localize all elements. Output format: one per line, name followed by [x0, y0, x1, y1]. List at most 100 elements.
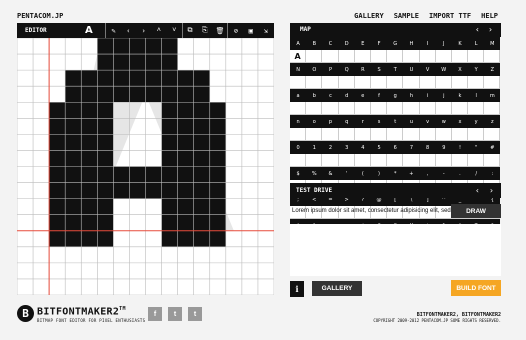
nav-help[interactable]: HELP [481, 12, 498, 20]
map-char-label[interactable]: S [370, 63, 388, 76]
map-char-label[interactable]: z [484, 115, 501, 128]
map-glyph-cell[interactable] [403, 154, 420, 167]
filled-pixel[interactable] [177, 134, 194, 151]
map-glyph-cell[interactable] [419, 76, 436, 89]
filled-pixel[interactable] [193, 182, 210, 199]
filled-pixel[interactable] [193, 214, 210, 231]
map-glyph-cell[interactable] [451, 76, 469, 89]
map-char-label[interactable]: y [468, 115, 485, 128]
filled-pixel[interactable] [81, 134, 98, 151]
map-next-icon[interactable]: › [488, 25, 493, 34]
map-glyph-cell[interactable] [370, 76, 388, 89]
filled-pixel[interactable] [129, 182, 146, 199]
map-char-label[interactable]: & [322, 167, 339, 180]
filled-pixel[interactable] [49, 182, 66, 199]
map-char-label[interactable]: ( [354, 167, 371, 180]
map-char-label[interactable]: * [387, 167, 404, 180]
map-char-label[interactable]: # [484, 141, 501, 154]
filled-pixel[interactable] [97, 198, 114, 215]
map-glyph-cell[interactable] [290, 76, 307, 89]
map-char-label[interactable]: N [290, 63, 307, 76]
filled-pixel[interactable] [113, 38, 130, 55]
map-char-label[interactable]: x [451, 115, 469, 128]
filled-pixel[interactable] [177, 198, 194, 215]
map-glyph-cell[interactable] [370, 102, 388, 115]
map-glyph-cell[interactable] [435, 154, 452, 167]
filled-pixel[interactable] [177, 230, 194, 247]
filled-pixel[interactable] [81, 166, 98, 183]
filled-pixel[interactable] [49, 166, 66, 183]
filled-pixel[interactable] [113, 54, 130, 71]
chevron-down-icon[interactable]: ˅ [166, 23, 182, 38]
twitter-icon[interactable]: t [168, 307, 182, 321]
map-char-label[interactable]: F [370, 37, 388, 50]
chevron-up-icon[interactable]: ˄ [151, 23, 167, 38]
filled-pixel[interactable] [193, 198, 210, 215]
filled-pixel[interactable] [49, 230, 66, 247]
filled-pixel[interactable] [193, 86, 210, 103]
map-glyph-cell[interactable] [354, 128, 371, 141]
nav-import-ttf[interactable]: IMPORT TTF [429, 12, 471, 20]
map-char-label[interactable]: 3 [338, 141, 355, 154]
map-char-label[interactable]: p [322, 115, 339, 128]
filled-pixel[interactable] [177, 118, 194, 135]
filled-pixel[interactable] [177, 102, 194, 119]
filled-pixel[interactable] [193, 70, 210, 87]
info-button[interactable]: i [290, 281, 304, 297]
filled-pixel[interactable] [209, 214, 226, 231]
map-char-label[interactable]: c [322, 89, 339, 102]
trash-icon[interactable]: 🗑 [212, 23, 228, 38]
filled-pixel[interactable] [65, 86, 82, 103]
map-char-label[interactable]: ' [338, 167, 355, 180]
map-glyph-cell[interactable] [435, 102, 452, 115]
filled-pixel[interactable] [145, 38, 162, 55]
test-drive-input[interactable]: Lorem ipsum dolor sit amet, consectetur … [292, 208, 451, 214]
map-char-label[interactable]: O [306, 63, 323, 76]
filled-pixel[interactable] [177, 214, 194, 231]
filled-pixel[interactable] [177, 182, 194, 199]
map-glyph-cell[interactable] [306, 50, 323, 63]
map-char-label[interactable]: E [354, 37, 371, 50]
map-char-label[interactable]: ! [451, 141, 469, 154]
filled-pixel[interactable] [81, 182, 98, 199]
map-char-label[interactable]: j [435, 89, 452, 102]
filled-pixel[interactable] [145, 166, 162, 183]
filled-pixel[interactable] [113, 182, 130, 199]
map-glyph-cell[interactable] [354, 76, 371, 89]
save-icon[interactable]: ▣ [243, 23, 259, 38]
filled-pixel[interactable] [177, 150, 194, 167]
filled-pixel[interactable] [65, 198, 82, 215]
map-char-label[interactable]: - [435, 167, 452, 180]
map-char-label[interactable]: Q [338, 63, 355, 76]
map-char-label[interactable]: i [419, 89, 436, 102]
map-char-label[interactable]: , [419, 167, 436, 180]
map-glyph-cell[interactable] [370, 154, 388, 167]
filled-pixel[interactable] [65, 182, 82, 199]
map-glyph-cell[interactable] [451, 102, 469, 115]
map-char-label[interactable]: X [451, 63, 469, 76]
map-glyph-cell[interactable] [419, 128, 436, 141]
chevron-left-icon[interactable]: ‹ [120, 23, 136, 38]
filled-pixel[interactable] [49, 102, 66, 119]
filled-pixel[interactable] [161, 38, 178, 55]
map-char-label[interactable]: 8 [419, 141, 436, 154]
map-char-label[interactable]: r [354, 115, 371, 128]
map-char-label[interactable]: : [484, 167, 501, 180]
filled-pixel[interactable] [65, 134, 82, 151]
map-prev-icon[interactable]: ‹ [475, 25, 480, 34]
map-char-label[interactable]: Y [468, 63, 485, 76]
map-char-label[interactable]: 9 [435, 141, 452, 154]
filled-pixel[interactable] [113, 70, 130, 87]
map-char-label[interactable]: M [484, 37, 501, 50]
tumblr-icon[interactable]: t [188, 307, 202, 321]
map-char-label[interactable]: 5 [370, 141, 388, 154]
map-char-label[interactable]: f [370, 89, 388, 102]
map-glyph-cell[interactable] [322, 76, 339, 89]
map-glyph-cell[interactable] [338, 50, 355, 63]
link-icon[interactable]: ⊘ [227, 23, 243, 38]
filled-pixel[interactable] [81, 230, 98, 247]
pencil-icon[interactable]: ✎ [105, 23, 121, 38]
map-char-label[interactable]: H [403, 37, 420, 50]
map-char-label[interactable]: $ [290, 167, 307, 180]
map-char-label[interactable]: t [387, 115, 404, 128]
